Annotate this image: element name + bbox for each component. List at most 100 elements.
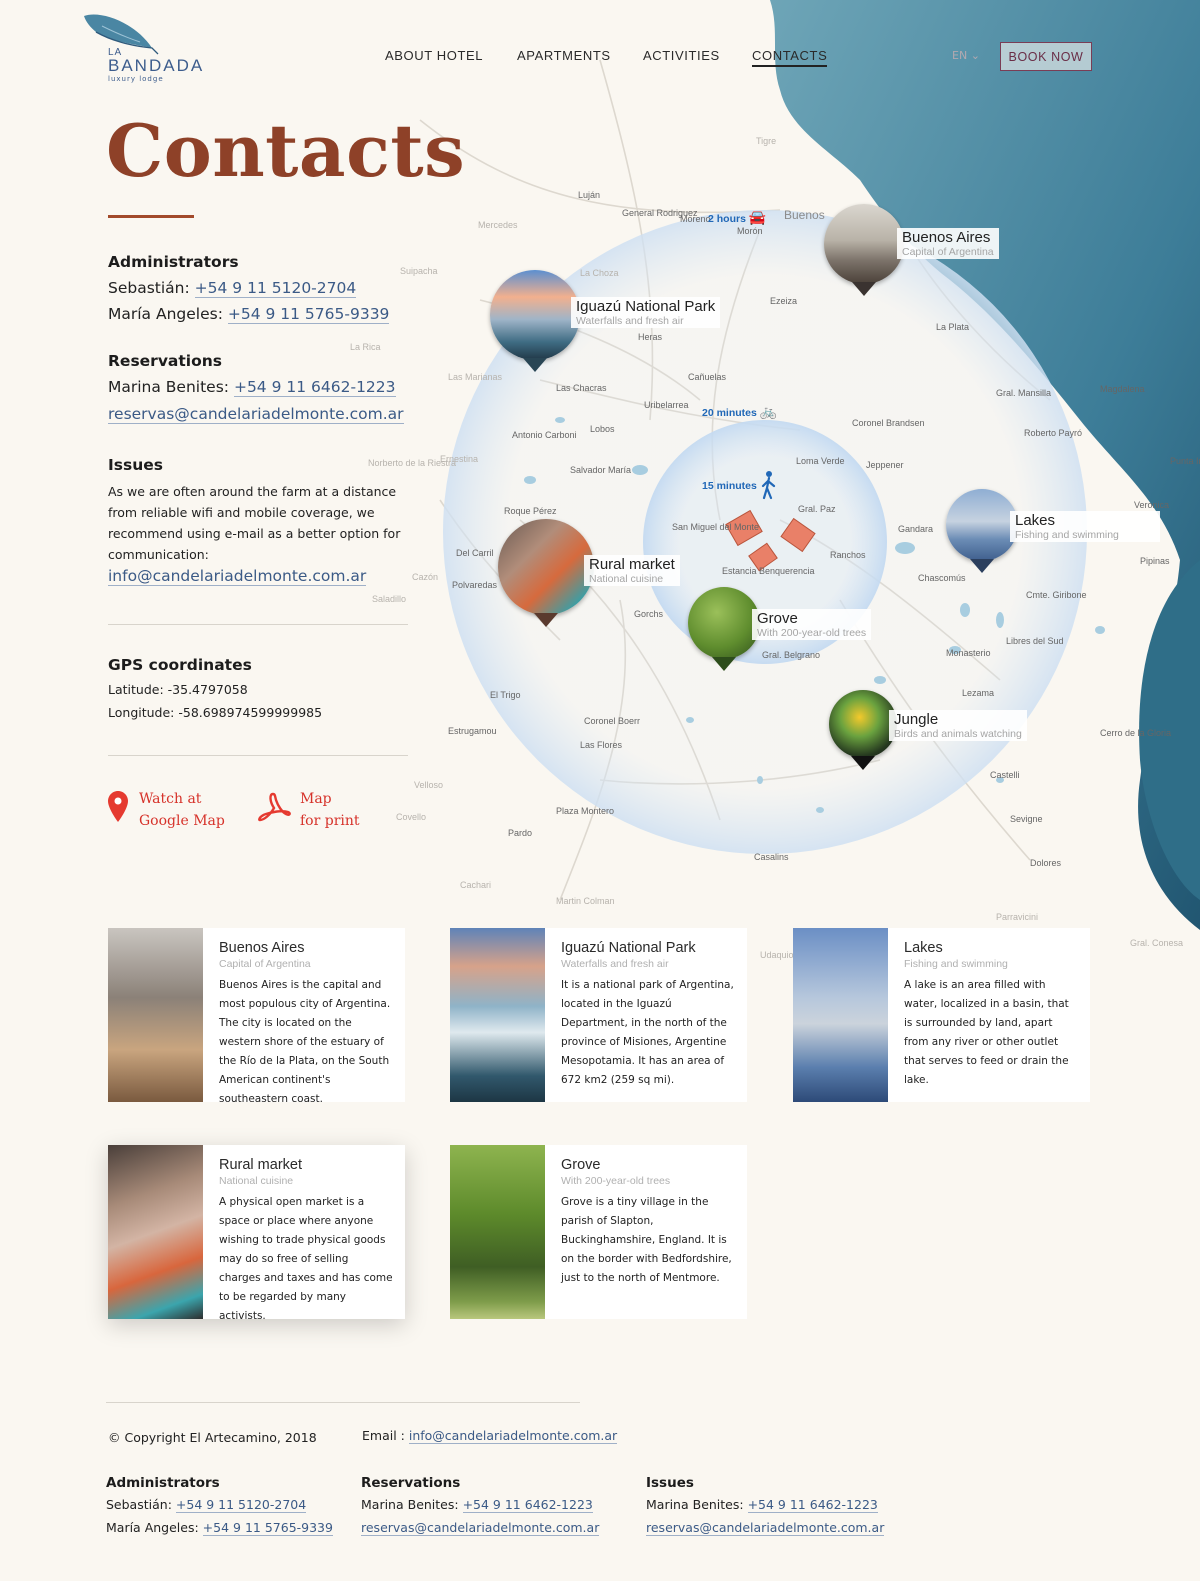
- issues-email[interactable]: info@candelariadelmonte.com.ar: [108, 567, 367, 586]
- map-place-label: Cerro de la Gloria: [1100, 728, 1172, 738]
- footer-issues-phone[interactable]: +54 9 11 6462-1223: [747, 1497, 878, 1513]
- card-subtitle: Capital of Argentina: [219, 958, 311, 970]
- map-place-label: Roberto Payró: [1024, 428, 1083, 438]
- nav-about-hotel[interactable]: ABOUT HOTEL: [385, 48, 483, 63]
- city-photo: [824, 204, 904, 284]
- market-photo: [498, 519, 594, 615]
- card-iguazu[interactable]: Iguazú National Park Waterfalls and fres…: [450, 928, 747, 1102]
- footer-reservations-phone[interactable]: +54 9 11 6462-1223: [462, 1497, 593, 1513]
- map-place-label: Salvador María: [570, 465, 632, 475]
- footer-reservations-contact: Marina Benites: +54 9 11 6462-1223: [361, 1497, 593, 1513]
- map-place-label: Cañuelas: [688, 372, 727, 382]
- footer-email-line: Email : info@candelariadelmonte.com.ar: [362, 1428, 618, 1444]
- tree-photo: [688, 587, 760, 659]
- footer-reservations-email[interactable]: reservas@candelariadelmonte.com.ar: [361, 1520, 600, 1536]
- nav-apartments[interactable]: APARTMENTS: [517, 48, 611, 63]
- administrators-heading: Administrators: [108, 253, 239, 271]
- google-map-link[interactable]: Watch at Google Map: [139, 788, 225, 832]
- walk-time: 15 minutes: [702, 480, 757, 492]
- map-place-label: Castelli: [990, 770, 1020, 780]
- pin-label: Grove With 200-year-old trees: [752, 609, 872, 640]
- map-place-label: Chascomús: [918, 573, 966, 583]
- card-grove[interactable]: Grove With 200-year-old trees Grove is a…: [450, 1145, 747, 1319]
- map-place-label: Polvaredas: [452, 580, 498, 590]
- card-rural-market[interactable]: Rural market National cuisine A physical…: [108, 1145, 405, 1322]
- admin-contact-2: María Angeles: +54 9 11 5765-9339: [108, 305, 390, 324]
- card-image: [793, 928, 888, 1102]
- map-place-label: Heras: [638, 332, 663, 342]
- map-place-label: Pardo: [508, 828, 533, 838]
- map-place-label: Libres del Sud: [1006, 636, 1064, 646]
- map-place-label: Morón: [737, 226, 763, 236]
- map-place-label: Uribelarrea: [644, 400, 689, 410]
- nav-contacts[interactable]: CONTACTS: [752, 48, 828, 67]
- map-place-label: Casalins: [754, 852, 789, 862]
- gps-heading: GPS coordinates: [108, 656, 252, 674]
- map-place-label: Estancia Benquerencia: [722, 566, 815, 576]
- feather-logo-icon: [84, 14, 159, 55]
- divider: [108, 624, 408, 625]
- map-place-label: Ranchos: [830, 550, 866, 560]
- map-place-label: Las Marianas: [448, 372, 503, 382]
- map-place-label: Gral. Belgrano: [762, 650, 821, 660]
- card-image: [450, 1145, 545, 1319]
- map-place-label: Dolores: [1030, 858, 1062, 868]
- card-image: [108, 928, 203, 1102]
- map-place-label: Pipinas: [1140, 556, 1170, 566]
- footer-issues-email-line: reservas@candelariadelmonte.com.ar: [646, 1520, 885, 1536]
- map-place-label: Jeppener: [866, 460, 904, 470]
- issues-text: As we are often around the farm at a dis…: [108, 484, 401, 562]
- map-place-label: Antonio Carboni: [512, 430, 577, 440]
- map-place-label: Mercedes: [478, 220, 518, 230]
- reservations-contact: Marina Benites: +54 9 11 6462-1223: [108, 378, 396, 397]
- footer-issues-email[interactable]: reservas@candelariadelmonte.com.ar: [646, 1520, 885, 1536]
- chevron-down-icon: ⌄: [970, 49, 980, 62]
- map-place-label: Covello: [396, 812, 427, 822]
- reservations-email[interactable]: reservas@candelariadelmonte.com.ar: [108, 405, 404, 424]
- map-place-label: Martin Colman: [556, 896, 615, 906]
- map-place-label: Saladillo: [372, 594, 407, 604]
- reservations-email-line: reservas@candelariadelmonte.com.ar: [108, 405, 404, 424]
- footer-admin-phone-1[interactable]: +54 9 11 5120-2704: [175, 1497, 307, 1513]
- waterfall-photo: [490, 270, 580, 360]
- map-place-label: Moreno: [680, 214, 711, 224]
- card-title: Grove: [561, 1157, 601, 1173]
- map-place-label: La Plata: [936, 322, 970, 332]
- logo[interactable]: LA BANDADA luxury lodge: [80, 12, 240, 84]
- print-map-link[interactable]: Map for print: [300, 788, 360, 832]
- walking-person-icon: [761, 471, 776, 500]
- card-text: Buenos Aires is the capital and most pop…: [219, 979, 391, 1105]
- footer-admin-2: María Angeles: +54 9 11 5765-9339: [106, 1520, 333, 1536]
- map-place-label: Velloso: [414, 780, 444, 790]
- map-place-label: Lezama: [962, 688, 995, 698]
- car-time: 2 hours 🚘: [708, 209, 767, 225]
- card-text: It is a national park of Argentina, loca…: [561, 979, 734, 1086]
- map-place-label: Gral. Conesa: [1130, 938, 1184, 948]
- book-now-button[interactable]: BOOK NOW: [1000, 42, 1092, 71]
- footer-admin-phone-2[interactable]: +54 9 11 5765-9339: [202, 1520, 333, 1536]
- admin-phone-2[interactable]: +54 9 11 5765-9339: [227, 305, 390, 324]
- map-place-label: Cazón: [412, 572, 439, 582]
- map-place-label: Las Chacras: [556, 383, 607, 393]
- map-place-label: Roque Pérez: [504, 506, 557, 516]
- map-place-label: La Rica: [350, 342, 381, 352]
- map-place-label: Buenos: [784, 208, 825, 222]
- map-place-label: Punta In: [1170, 456, 1200, 466]
- pdf-icon: [258, 792, 291, 822]
- map-place-label: Parravicini: [996, 912, 1039, 922]
- reservations-phone[interactable]: +54 9 11 6462-1223: [233, 378, 396, 397]
- footer-admin-1: Sebastián: +54 9 11 5120-2704: [106, 1497, 307, 1513]
- card-lakes[interactable]: Lakes Fishing and swimming A lake is an …: [793, 928, 1090, 1102]
- issues-heading: Issues: [108, 456, 163, 474]
- language-selector[interactable]: EN ⌄: [952, 49, 980, 62]
- admin-phone-1[interactable]: +54 9 11 5120-2704: [194, 279, 357, 298]
- nav-activities[interactable]: ACTIVITIES: [643, 48, 720, 63]
- footer-divider: [106, 1402, 580, 1403]
- map-pin-icon: [108, 791, 128, 822]
- footer-issues-heading: Issues: [646, 1475, 694, 1491]
- map-place-label: Plaza Montero: [556, 806, 615, 816]
- card-buenos-aires[interactable]: Buenos Aires Capital of Argentina Buenos…: [108, 928, 405, 1105]
- footer-email[interactable]: info@candelariadelmonte.com.ar: [408, 1428, 618, 1444]
- card-text: A lake is an area filled with water, loc…: [904, 979, 1069, 1086]
- card-title: Iguazú National Park: [561, 940, 696, 956]
